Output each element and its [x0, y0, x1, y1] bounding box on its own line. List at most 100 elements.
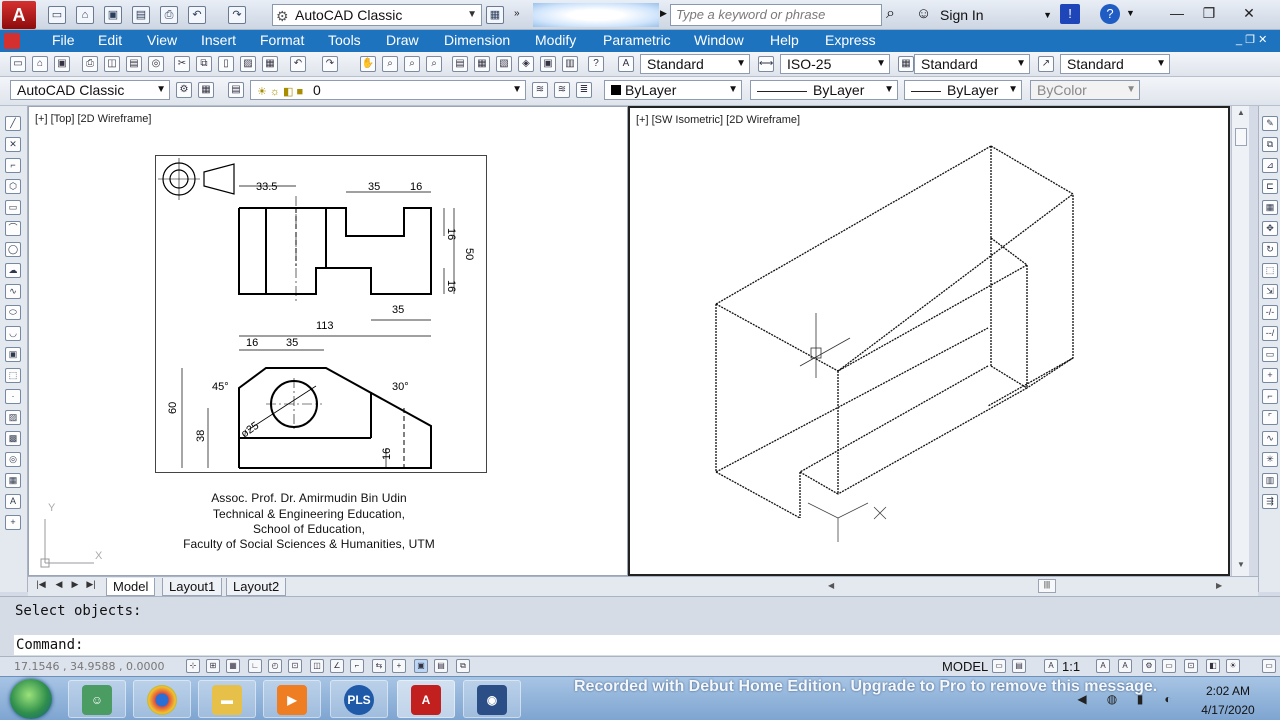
- menu-parametric[interactable]: Parametric: [603, 32, 671, 48]
- region-icon[interactable]: ◎: [5, 452, 21, 467]
- markup-icon[interactable]: ▣: [540, 56, 556, 72]
- clean-screen-icon[interactable]: ▭: [1262, 659, 1276, 673]
- clock-time[interactable]: 2:02 AM: [1193, 684, 1263, 698]
- layer-previous-icon[interactable]: ≋: [554, 82, 570, 98]
- workspace-dropdown-2[interactable]: AutoCAD Classic ▼: [10, 80, 170, 100]
- paste-icon[interactable]: ▯: [218, 56, 234, 72]
- tab-layout1[interactable]: Layout1: [162, 578, 223, 596]
- coordinates-readout[interactable]: 17.1546 , 34.9588 , 0.0000: [14, 660, 164, 673]
- hscroll-right-icon[interactable]: ▶: [1216, 581, 1222, 590]
- quick-properties-icon[interactable]: ▤: [434, 659, 448, 673]
- menu-modify[interactable]: Modify: [535, 32, 576, 48]
- mleader-style-dropdown[interactable]: Standard ▼: [1060, 54, 1170, 74]
- join-icon[interactable]: +: [1262, 368, 1278, 383]
- object-snap-icon[interactable]: ⊡: [288, 659, 302, 673]
- tool-palettes-icon[interactable]: ▧: [496, 56, 512, 72]
- undo-icon[interactable]: ↶: [290, 56, 306, 72]
- last-tab-icon[interactable]: ▶|: [84, 579, 98, 593]
- quick-view-layouts-icon[interactable]: ▭: [992, 659, 1006, 673]
- new-file-icon[interactable]: ▭: [48, 6, 66, 24]
- dynamic-input-icon[interactable]: ⇆: [372, 659, 386, 673]
- maximize-button[interactable]: ❐: [1192, 2, 1226, 24]
- construction-line-icon[interactable]: ✕: [5, 137, 21, 152]
- plot-icon[interactable]: ⎙: [82, 56, 98, 72]
- properties-icon[interactable]: ▤: [452, 56, 468, 72]
- make-current-layer-icon[interactable]: ≋: [532, 82, 548, 98]
- table-icon[interactable]: ▦: [5, 473, 21, 488]
- menu-file[interactable]: File: [52, 32, 75, 48]
- design-center-icon[interactable]: ▦: [474, 56, 490, 72]
- save-icon[interactable]: ▣: [104, 6, 122, 24]
- workspace-settings-icon[interactable]: ⚙: [176, 82, 192, 98]
- ducs-icon[interactable]: ⌐: [350, 659, 364, 673]
- mirror-icon[interactable]: ⊿: [1262, 158, 1278, 173]
- model-space-toggle[interactable]: MODEL: [942, 659, 988, 674]
- lineweight-dropdown[interactable]: ByLayer ▼: [904, 80, 1022, 100]
- annotation-scale-value[interactable]: 1:1: [1062, 659, 1080, 674]
- menu-window[interactable]: Window: [694, 32, 744, 48]
- taskbar-media-player[interactable]: ▶: [263, 680, 321, 718]
- taskbar-chrome[interactable]: [133, 680, 191, 718]
- pan-icon[interactable]: ✋: [360, 56, 376, 72]
- edit-polyline-icon[interactable]: ▥: [1262, 473, 1278, 488]
- workspace-icon[interactable]: ▦: [198, 82, 214, 98]
- workspace-dropdown[interactable]: ⚙ AutoCAD Classic ▼: [272, 4, 482, 26]
- text-style-icon[interactable]: A: [618, 56, 634, 72]
- first-tab-icon[interactable]: |◀: [34, 579, 48, 593]
- transparency-icon[interactable]: ▣: [414, 659, 428, 673]
- scale-icon[interactable]: ⬚: [1262, 263, 1278, 278]
- taskbar-autocad[interactable]: A: [397, 680, 455, 718]
- menu-insert[interactable]: Insert: [201, 32, 236, 48]
- circle-icon[interactable]: ◯: [5, 242, 21, 257]
- ellipse-arc-icon[interactable]: ◡: [5, 326, 21, 341]
- taskbar-debut-recorder[interactable]: ◉: [463, 680, 521, 718]
- menu-draw[interactable]: Draw: [386, 32, 419, 48]
- polyline-icon[interactable]: ⌐: [5, 158, 21, 173]
- mtext-icon[interactable]: A: [5, 494, 21, 509]
- doc-minimize-button[interactable]: _ ❐ ✕: [1236, 33, 1267, 46]
- undo-icon[interactable]: ↶: [188, 6, 206, 24]
- copy-object-icon[interactable]: ⧉: [1262, 137, 1278, 152]
- block-editor-icon[interactable]: ▦: [262, 56, 278, 72]
- copy-icon[interactable]: ⧉: [196, 56, 212, 72]
- extend-icon[interactable]: --/: [1262, 326, 1278, 341]
- sheet-set-icon[interactable]: ◈: [518, 56, 534, 72]
- signal-bars-icon[interactable]: ▮: [1132, 692, 1148, 708]
- menu-dimension[interactable]: Dimension: [444, 32, 510, 48]
- annotation-visibility-icon[interactable]: A: [1096, 659, 1110, 673]
- menu-help[interactable]: Help: [770, 32, 799, 48]
- lock-ui-icon[interactable]: ▭: [1162, 659, 1176, 673]
- volume-icon[interactable]: ◐: [1160, 692, 1176, 708]
- mleader-style-icon[interactable]: ↗: [1038, 56, 1054, 72]
- polygon-icon[interactable]: ⬡: [5, 179, 21, 194]
- grid-display-icon[interactable]: ▦: [226, 659, 240, 673]
- search-input[interactable]: Type a keyword or phrase: [670, 4, 882, 26]
- align-icon[interactable]: ⇶: [1262, 494, 1278, 509]
- text-style-dropdown[interactable]: Standard ▼: [640, 54, 750, 74]
- polar-tracking-icon[interactable]: ◴: [268, 659, 282, 673]
- 3d-osnap-icon[interactable]: ◫: [310, 659, 324, 673]
- selection-cycling-icon[interactable]: ⧉: [456, 659, 470, 673]
- binoculars-icon[interactable]: ⌕: [886, 5, 895, 23]
- clock-date[interactable]: 4/17/2020: [1193, 703, 1263, 717]
- sign-in-button[interactable]: Sign In ▼: [938, 4, 1056, 26]
- linetype-dropdown[interactable]: ByLayer ▼: [750, 80, 898, 100]
- color-dropdown[interactable]: ByLayer ▼: [604, 80, 742, 100]
- hscroll-left-icon[interactable]: ◀: [828, 581, 834, 590]
- hardware-acceleration-icon[interactable]: ⊡: [1184, 659, 1198, 673]
- vertical-scrollbar[interactable]: ▲ ▼: [1231, 106, 1249, 576]
- tab-layout2[interactable]: Layout2: [226, 578, 287, 596]
- menu-edit[interactable]: Edit: [98, 32, 122, 48]
- plot-preview-icon[interactable]: ◫: [104, 56, 120, 72]
- zoom-realtime-icon[interactable]: ⌕: [382, 56, 398, 72]
- help-icon[interactable]: ?: [1100, 4, 1120, 24]
- move-icon[interactable]: ✥: [1262, 221, 1278, 236]
- array-icon[interactable]: ▦: [1262, 200, 1278, 215]
- make-block-icon[interactable]: ⬚: [5, 368, 21, 383]
- open-icon[interactable]: ⌂: [32, 56, 48, 72]
- taskbar-users-app[interactable]: ☺: [68, 680, 126, 718]
- erase-icon[interactable]: ✎: [1262, 116, 1278, 131]
- exchange-icon[interactable]: !: [1060, 4, 1080, 24]
- taskbar-explorer[interactable]: ▬: [198, 680, 256, 718]
- save-icon[interactable]: ▣: [54, 56, 70, 72]
